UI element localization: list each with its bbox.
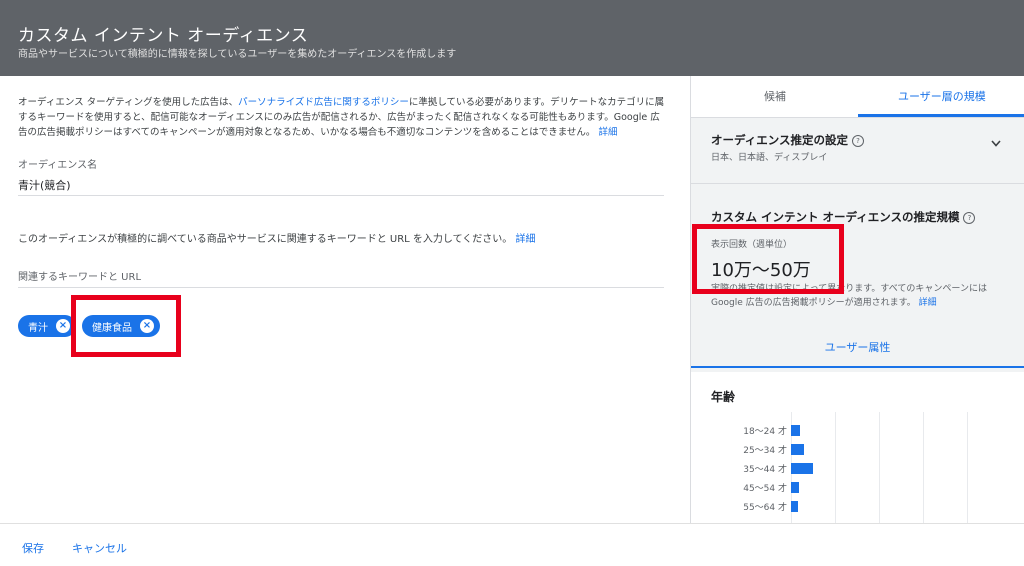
active-tab-indicator bbox=[858, 114, 1024, 117]
instruction-detail-link[interactable]: 詳細 bbox=[515, 234, 535, 245]
age-bar bbox=[791, 425, 800, 436]
highlight-box bbox=[692, 224, 844, 294]
save-button[interactable]: 保存 bbox=[22, 540, 44, 556]
divider bbox=[691, 183, 1024, 184]
gridline bbox=[923, 412, 924, 523]
help-icon[interactable]: ? bbox=[851, 134, 864, 147]
estimate-settings-summary: 日本、日本語、ディスプレイ bbox=[711, 153, 828, 163]
age-bar bbox=[791, 463, 813, 474]
age-group-label: 18〜24 才 bbox=[743, 427, 787, 437]
age-title: 年齢 bbox=[711, 390, 736, 404]
gridline bbox=[879, 412, 880, 523]
demographics-indicator bbox=[691, 366, 1024, 368]
dialog-subtitle: 商品やサービスについて積極的に情報を探しているユーザーを集めたオーディエンスを作… bbox=[18, 49, 457, 60]
age-group-label: 35〜44 才 bbox=[743, 465, 787, 475]
remove-icon[interactable]: × bbox=[56, 319, 70, 333]
cancel-button[interactable]: キャンセル bbox=[72, 540, 127, 556]
estimate-title: カスタム インテント オーディエンスの推定規模? bbox=[711, 209, 976, 225]
age-bar bbox=[791, 482, 799, 493]
audience-name-input[interactable]: 青汁(競合) bbox=[18, 177, 71, 193]
demographics-link[interactable]: ユーザー属性 bbox=[691, 339, 1024, 355]
gridline bbox=[835, 412, 836, 523]
age-bar bbox=[791, 501, 798, 512]
keywords-input[interactable]: 関連するキーワードと URL bbox=[18, 268, 141, 283]
audience-size-panel: 候補 ユーザー層の規模 オーディエンス推定の設定? 日本、日本語、ディスプレイ … bbox=[690, 76, 1024, 523]
policy-detail-link[interactable]: 詳細 bbox=[598, 127, 617, 138]
tab-bar: 候補 ユーザー層の規模 bbox=[691, 76, 1024, 118]
help-icon[interactable]: ? bbox=[963, 211, 976, 224]
estimate-title-label: カスタム インテント オーディエンスの推定規模 bbox=[711, 210, 960, 224]
age-group-label: 25〜34 才 bbox=[743, 446, 787, 456]
age-bar bbox=[791, 444, 804, 455]
instruction-text: このオーディエンスが積極的に調べている商品やサービスに関連するキーワードと UR… bbox=[18, 234, 513, 245]
policy-text-1: オーディエンス ターゲティングを使用した広告は、 bbox=[18, 97, 239, 108]
audience-name-label: オーディエンス名 bbox=[18, 160, 98, 171]
estimate-settings-title[interactable]: オーディエンス推定の設定? bbox=[711, 132, 864, 148]
age-chart: 年齢 18〜24 才 25〜34 才 35〜44 才 45〜54 才 55〜64 才 bbox=[691, 372, 1024, 523]
estimate-detail-link[interactable]: 詳細 bbox=[919, 298, 937, 308]
policy-notice: オーディエンス ターゲティングを使用した広告は、パーソナライズド広告に関するポリ… bbox=[18, 95, 668, 140]
estimate-settings-label: オーディエンス推定の設定 bbox=[711, 133, 848, 147]
age-group-label: 45〜54 才 bbox=[743, 484, 787, 494]
keyword-instruction: このオーディエンスが積極的に調べている商品やサービスに関連するキーワードと UR… bbox=[18, 230, 535, 245]
tab-audience-size[interactable]: ユーザー層の規模 bbox=[898, 88, 986, 104]
gridline bbox=[967, 412, 968, 523]
age-group-label: 55〜64 才 bbox=[743, 503, 787, 513]
personalized-ads-policy-link[interactable]: パーソナライズド広告に関するポリシー bbox=[238, 97, 409, 108]
dialog-footer: 保存 キャンセル bbox=[0, 523, 1024, 566]
audience-name-underline bbox=[18, 195, 664, 196]
tab-suggestions[interactable]: 候補 bbox=[764, 88, 786, 104]
dialog-title: カスタム インテント オーディエンス bbox=[18, 26, 309, 46]
chip-label: 青汁 bbox=[28, 322, 48, 334]
audience-form: オーディエンス ターゲティングを使用した広告は、パーソナライズド広告に関するポリ… bbox=[0, 76, 690, 523]
keyword-chip[interactable]: 青汁 × bbox=[18, 315, 76, 337]
chevron-down-icon[interactable] bbox=[991, 140, 1001, 148]
dialog-header: カスタム インテント オーディエンス 商品やサービスについて積極的に情報を探して… bbox=[0, 0, 1024, 76]
highlight-box bbox=[71, 295, 181, 357]
keywords-underline bbox=[18, 287, 664, 288]
